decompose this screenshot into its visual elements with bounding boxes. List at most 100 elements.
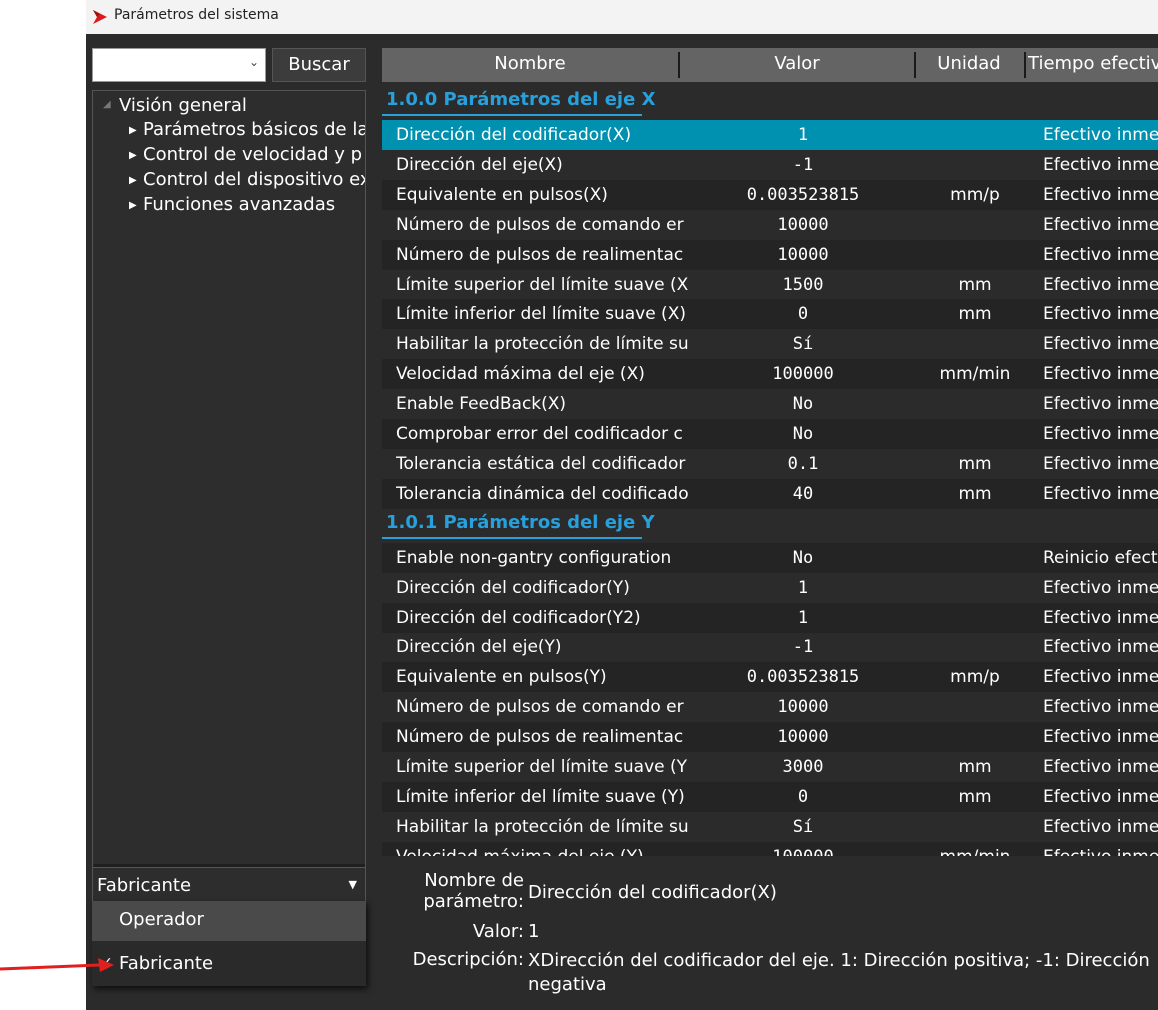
cell-time: Reinicio efect (1043, 547, 1158, 568)
cell-value: 10000 (777, 697, 829, 718)
cell-unit (920, 692, 1030, 722)
role-dropdown-menu: Operador ✓ Fabricante (92, 901, 366, 986)
column-header-unit[interactable]: Unidad (916, 48, 1022, 82)
cell-unit (920, 389, 1030, 419)
detail-value-value: 1 (528, 921, 540, 942)
role-option-fabricante[interactable]: ✓ Fabricante (92, 945, 366, 985)
table-row[interactable]: Número de pulsos de comando er 10000 Efect… (382, 692, 1158, 722)
tree-item-external-device[interactable]: ▶ Control del dispositivo ex (129, 169, 366, 190)
column-separator[interactable] (1024, 52, 1026, 78)
group-title: 1.0.0 Parámetros del eje X (386, 89, 656, 110)
cell-unit (920, 419, 1030, 449)
table-row[interactable]: Límite inferior del límite suave (Y) 0 mm E… (382, 781, 1158, 812)
table-row[interactable]: Comprobar error del codificador c No Efect… (382, 419, 1158, 449)
role-option-operador[interactable]: Operador (92, 901, 366, 941)
table-row[interactable]: Equivalente en pulsos(Y) 0.003523815 mm/p E… (382, 662, 1158, 693)
cell-value: 10000 (777, 727, 829, 748)
table-row[interactable]: Dirección del codificador(X) 1 Efectivo in… (382, 120, 1158, 150)
cell-unit: mm (958, 453, 992, 474)
tree-item-label: Parámetros básicos de la (143, 119, 366, 140)
table-row[interactable]: Dirección del eje(Y) -1 Efectivo inme (382, 632, 1158, 662)
group-underline (382, 536, 642, 539)
cell-value: 1 (797, 577, 809, 598)
table-row[interactable]: Dirección del eje(X) -1 Efectivo inme (382, 150, 1158, 180)
table-row[interactable]: Tolerancia estática del codificador 0.1 mm… (382, 449, 1158, 479)
group-header[interactable]: 1.0.1 Parámetros del eje Y (382, 509, 1158, 539)
cell-time: Efectivo inme (1043, 304, 1158, 325)
search-button[interactable]: Buscar (272, 48, 366, 82)
table-row[interactable]: Dirección del codificador(Y) 1 Efectivo in… (382, 573, 1158, 603)
chevron-right-icon: ▶ (129, 124, 137, 136)
group-underline (382, 114, 642, 116)
column-header-name[interactable]: Nombre (382, 48, 678, 82)
search-combobox[interactable]: ⌄ (92, 48, 266, 82)
table-row[interactable]: Habilitar la protección de límite su Sí Ef… (382, 812, 1158, 842)
cell-time: Efectivo inme (1043, 184, 1158, 205)
cell-value: 100000 (678, 842, 928, 856)
cell-unit (920, 210, 1030, 240)
table-row[interactable]: Equivalente en pulsos(X) 0.003523815 mm/p E… (382, 179, 1158, 210)
tree-item-label: Control del dispositivo ex (143, 169, 366, 190)
detail-name-label-line2: parámetro: (423, 891, 524, 912)
cell-name: Habilitar la protección de límite su (396, 816, 689, 837)
table-row[interactable]: Dirección del codificador(Y2) 1 Efectivo i… (382, 602, 1158, 633)
cell-value: 1 (797, 125, 809, 145)
cell-unit (920, 543, 1030, 573)
cell-unit: mm/p (950, 184, 1000, 205)
cell-unit (920, 812, 1030, 842)
table-row[interactable]: Velocidad máxima del eje (X) 100000 mm/min… (382, 359, 1158, 390)
table-row[interactable]: Tolerancia dinámica del codificado 40 mm Ef… (382, 478, 1158, 509)
detail-value-label: Valor: (472, 921, 524, 942)
table-row[interactable]: Límite superior del límite suave (X 1500 m… (382, 270, 1158, 300)
tree-item-label: Control de velocidad y p (143, 144, 363, 165)
table-row[interactable]: Habilitar la protección de límite su Sí Ef… (382, 329, 1158, 359)
tree-item-advanced[interactable]: ▶ Funciones avanzadas (129, 194, 335, 215)
cell-value: Sí (792, 334, 814, 355)
chevron-down-icon[interactable]: ⌄ (249, 55, 259, 69)
table-row[interactable]: Número de pulsos de realimentac 10000 Efec… (382, 239, 1158, 270)
table-row[interactable]: Enable non-gantry configuration No Reinici… (382, 542, 1158, 573)
cell-time: Efectivo inme (1043, 727, 1158, 748)
title-bar: Parámetros del sistema (86, 0, 1158, 34)
cell-time: Efectivo inme (1043, 637, 1158, 658)
group-header[interactable]: 1.0.0 Parámetros del eje X (382, 86, 1158, 116)
cell-name: Límite inferior del límite suave (X) (396, 304, 686, 325)
cell-name: Velocidad máxima del eje (Y) (396, 842, 692, 856)
chevron-right-icon: ▶ (129, 174, 137, 186)
tree-collapse-icon[interactable]: ◢ (103, 99, 111, 110)
cell-name: Límite superior del límite suave (Y (396, 757, 688, 777)
cell-name: Dirección del eje(X) (396, 154, 563, 175)
cell-name: Número de pulsos de comando er (396, 214, 684, 235)
cell-unit: mm (958, 483, 992, 504)
parameter-table: 1.0.0 Parámetros del eje X Dirección del … (382, 86, 1158, 856)
cell-name: Límite superior del límite suave (X (396, 274, 689, 295)
table-row[interactable]: Límite inferior del límite suave (X) 0 mm E… (382, 299, 1158, 330)
cell-value: 0.003523815 (746, 184, 860, 205)
table-row[interactable]: Velocidad máxima del eje (Y)100000mm/min… (382, 841, 1158, 856)
table-row[interactable]: Número de pulsos de comando er 10000 Efect… (382, 210, 1158, 240)
app-body: ⌄ Buscar ◢ Visión general ▶ Parámetros bá… (86, 34, 1158, 1010)
cell-unit: mm/p (950, 667, 1000, 688)
cell-unit (920, 150, 1030, 180)
role-select[interactable]: Fabricante ▼ (92, 867, 366, 903)
column-header-value[interactable]: Valor (680, 48, 914, 82)
cell-name: Límite inferior del límite suave (Y) (396, 786, 685, 807)
cell-name: Dirección del codificador(X) (396, 125, 632, 145)
cell-name: Número de pulsos de realimentac (396, 244, 684, 265)
table-row[interactable]: Límite superior del límite suave (Y 3000 m… (382, 752, 1158, 782)
cell-name: Enable FeedBack(X) (396, 394, 567, 415)
cell-time: Efectivo inme (1043, 577, 1158, 598)
role-option-label: Fabricante (119, 953, 214, 974)
column-header-time[interactable]: Tiempo efectiv (1028, 48, 1158, 82)
cell-name: Número de pulsos de comando er (396, 697, 684, 718)
tree-item-basic-params[interactable]: ▶ Parámetros básicos de la (129, 119, 366, 140)
chevron-right-icon: ▶ (129, 149, 137, 161)
table-row[interactable]: Número de pulsos de realimentac 10000 Efec… (382, 722, 1158, 753)
search-input[interactable] (95, 51, 249, 81)
category-tree: ◢ Visión general ▶ Parámetros básicos de … (92, 90, 366, 885)
cell-unit: mm/min (939, 364, 1011, 385)
tree-item-speed-control[interactable]: ▶ Control de velocidad y p (129, 144, 362, 165)
tree-item-overview[interactable]: Visión general (119, 95, 247, 116)
window-title: Parámetros del sistema (114, 7, 279, 23)
table-row[interactable]: Enable FeedBack(X) No Efectivo inme (382, 389, 1158, 419)
